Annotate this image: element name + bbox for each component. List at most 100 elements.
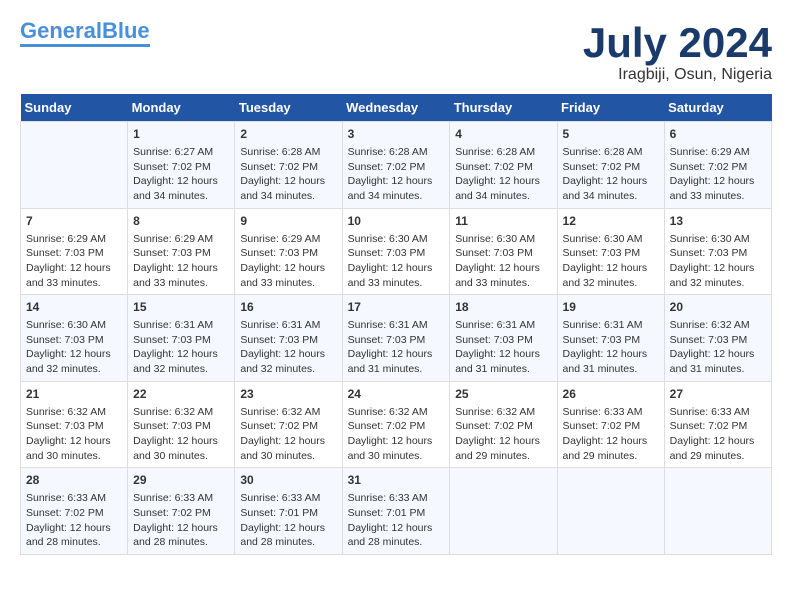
- sunrise: Sunrise: 6:31 AM: [240, 319, 320, 331]
- sunset: Sunset: 7:03 PM: [133, 334, 211, 346]
- day-number: 2: [240, 126, 336, 143]
- sunrise: Sunrise: 6:32 AM: [26, 406, 106, 418]
- daylight: Daylight: 12 hours and 33 minutes.: [26, 262, 111, 289]
- daylight: Daylight: 12 hours and 31 minutes.: [670, 348, 755, 375]
- calendar-cell: 3Sunrise: 6:28 AMSunset: 7:02 PMDaylight…: [342, 122, 450, 209]
- header-row: Sunday Monday Tuesday Wednesday Thursday…: [21, 94, 772, 122]
- sunrise: Sunrise: 6:27 AM: [133, 146, 213, 158]
- calendar-cell: 12Sunrise: 6:30 AMSunset: 7:03 PMDayligh…: [557, 208, 664, 295]
- sunset: Sunset: 7:02 PM: [670, 420, 748, 432]
- col-wednesday: Wednesday: [342, 94, 450, 122]
- day-number: 4: [455, 126, 551, 143]
- col-thursday: Thursday: [450, 94, 557, 122]
- sunrise: Sunrise: 6:32 AM: [240, 406, 320, 418]
- sunrise: Sunrise: 6:32 AM: [133, 406, 213, 418]
- day-number: 15: [133, 299, 229, 316]
- calendar-cell: 18Sunrise: 6:31 AMSunset: 7:03 PMDayligh…: [450, 295, 557, 382]
- calendar-cell: 10Sunrise: 6:30 AMSunset: 7:03 PMDayligh…: [342, 208, 450, 295]
- calendar-cell: [21, 122, 128, 209]
- sunset: Sunset: 7:01 PM: [240, 507, 318, 519]
- sunset: Sunset: 7:02 PM: [563, 161, 641, 173]
- calendar-cell: 1Sunrise: 6:27 AMSunset: 7:02 PMDaylight…: [128, 122, 235, 209]
- daylight: Daylight: 12 hours and 32 minutes.: [240, 348, 325, 375]
- daylight: Daylight: 12 hours and 32 minutes.: [26, 348, 111, 375]
- day-number: 30: [240, 472, 336, 489]
- calendar-cell: 11Sunrise: 6:30 AMSunset: 7:03 PMDayligh…: [450, 208, 557, 295]
- day-number: 31: [348, 472, 445, 489]
- day-number: 9: [240, 213, 336, 230]
- sunrise: Sunrise: 6:31 AM: [348, 319, 428, 331]
- sunrise: Sunrise: 6:31 AM: [455, 319, 535, 331]
- daylight: Daylight: 12 hours and 30 minutes.: [26, 435, 111, 462]
- sunset: Sunset: 7:02 PM: [348, 420, 426, 432]
- daylight: Daylight: 12 hours and 30 minutes.: [348, 435, 433, 462]
- day-number: 27: [670, 386, 766, 403]
- day-number: 5: [563, 126, 659, 143]
- day-number: 13: [670, 213, 766, 230]
- daylight: Daylight: 12 hours and 30 minutes.: [133, 435, 218, 462]
- day-number: 7: [26, 213, 122, 230]
- day-number: 22: [133, 386, 229, 403]
- sunset: Sunset: 7:02 PM: [133, 161, 211, 173]
- daylight: Daylight: 12 hours and 28 minutes.: [348, 522, 433, 549]
- sunrise: Sunrise: 6:32 AM: [670, 319, 750, 331]
- calendar-cell: [557, 468, 664, 555]
- day-number: 11: [455, 213, 551, 230]
- day-number: 17: [348, 299, 445, 316]
- calendar-cell: 17Sunrise: 6:31 AMSunset: 7:03 PMDayligh…: [342, 295, 450, 382]
- calendar-cell: 15Sunrise: 6:31 AMSunset: 7:03 PMDayligh…: [128, 295, 235, 382]
- calendar-cell: 29Sunrise: 6:33 AMSunset: 7:02 PMDayligh…: [128, 468, 235, 555]
- col-saturday: Saturday: [664, 94, 771, 122]
- sunset: Sunset: 7:03 PM: [563, 247, 641, 259]
- sunrise: Sunrise: 6:33 AM: [348, 492, 428, 504]
- day-number: 6: [670, 126, 766, 143]
- calendar-cell: 9Sunrise: 6:29 AMSunset: 7:03 PMDaylight…: [235, 208, 342, 295]
- calendar-week-5: 28Sunrise: 6:33 AMSunset: 7:02 PMDayligh…: [21, 468, 772, 555]
- daylight: Daylight: 12 hours and 34 minutes.: [240, 175, 325, 202]
- col-tuesday: Tuesday: [235, 94, 342, 122]
- daylight: Daylight: 12 hours and 34 minutes.: [133, 175, 218, 202]
- calendar-cell: 23Sunrise: 6:32 AMSunset: 7:02 PMDayligh…: [235, 381, 342, 468]
- calendar-cell: 7Sunrise: 6:29 AMSunset: 7:03 PMDaylight…: [21, 208, 128, 295]
- daylight: Daylight: 12 hours and 33 minutes.: [240, 262, 325, 289]
- sunrise: Sunrise: 6:33 AM: [133, 492, 213, 504]
- sunrise: Sunrise: 6:30 AM: [455, 233, 535, 245]
- sunset: Sunset: 7:03 PM: [240, 334, 318, 346]
- calendar-table: Sunday Monday Tuesday Wednesday Thursday…: [20, 94, 772, 555]
- calendar-cell: 4Sunrise: 6:28 AMSunset: 7:02 PMDaylight…: [450, 122, 557, 209]
- day-number: 25: [455, 386, 551, 403]
- sunrise: Sunrise: 6:29 AM: [133, 233, 213, 245]
- sunset: Sunset: 7:03 PM: [26, 420, 104, 432]
- page-header: GeneralBlue July 2024 Iragbiji, Osun, Ni…: [20, 20, 772, 84]
- calendar-week-3: 14 Sunrise: 6:30 AM Sunset: 7:03 PM Dayligh…: [21, 295, 772, 382]
- day-number: 19: [563, 299, 659, 316]
- calendar-cell: 26Sunrise: 6:33 AMSunset: 7:02 PMDayligh…: [557, 381, 664, 468]
- logo-text: GeneralBlue: [20, 20, 150, 42]
- calendar-cell: 8Sunrise: 6:29 AMSunset: 7:03 PMDaylight…: [128, 208, 235, 295]
- sunset: Sunset: 7:03 PM: [563, 334, 641, 346]
- daylight: Daylight: 12 hours and 34 minutes.: [563, 175, 648, 202]
- sunset: Sunset: 7:02 PM: [455, 161, 533, 173]
- daylight: Daylight: 12 hours and 32 minutes.: [133, 348, 218, 375]
- title-block: July 2024 Iragbiji, Osun, Nigeria: [583, 20, 772, 84]
- calendar-cell: 2Sunrise: 6:28 AMSunset: 7:02 PMDaylight…: [235, 122, 342, 209]
- daylight: Daylight: 12 hours and 34 minutes.: [348, 175, 433, 202]
- sunrise: Sunrise: 6:29 AM: [670, 146, 750, 158]
- sunrise: Sunrise: 6:30 AM: [563, 233, 643, 245]
- sunset: Sunset: 7:03 PM: [26, 334, 104, 346]
- daylight: Daylight: 12 hours and 28 minutes.: [26, 522, 111, 549]
- calendar-cell: 16Sunrise: 6:31 AMSunset: 7:03 PMDayligh…: [235, 295, 342, 382]
- day-number: 14: [26, 299, 122, 316]
- daylight: Daylight: 12 hours and 31 minutes.: [348, 348, 433, 375]
- sunset: Sunset: 7:03 PM: [26, 247, 104, 259]
- sunrise: Sunrise: 6:28 AM: [563, 146, 643, 158]
- daylight: Daylight: 12 hours and 33 minutes.: [133, 262, 218, 289]
- sunset: Sunset: 7:02 PM: [563, 420, 641, 432]
- day-number: 20: [670, 299, 766, 316]
- calendar-cell: 19Sunrise: 6:31 AMSunset: 7:03 PMDayligh…: [557, 295, 664, 382]
- calendar-cell: 31Sunrise: 6:33 AMSunset: 7:01 PMDayligh…: [342, 468, 450, 555]
- daylight: Daylight: 12 hours and 28 minutes.: [133, 522, 218, 549]
- sunset: Sunset: 7:03 PM: [455, 334, 533, 346]
- sunrise: Sunrise: 6:30 AM: [26, 319, 106, 331]
- sunset: Sunset: 7:03 PM: [455, 247, 533, 259]
